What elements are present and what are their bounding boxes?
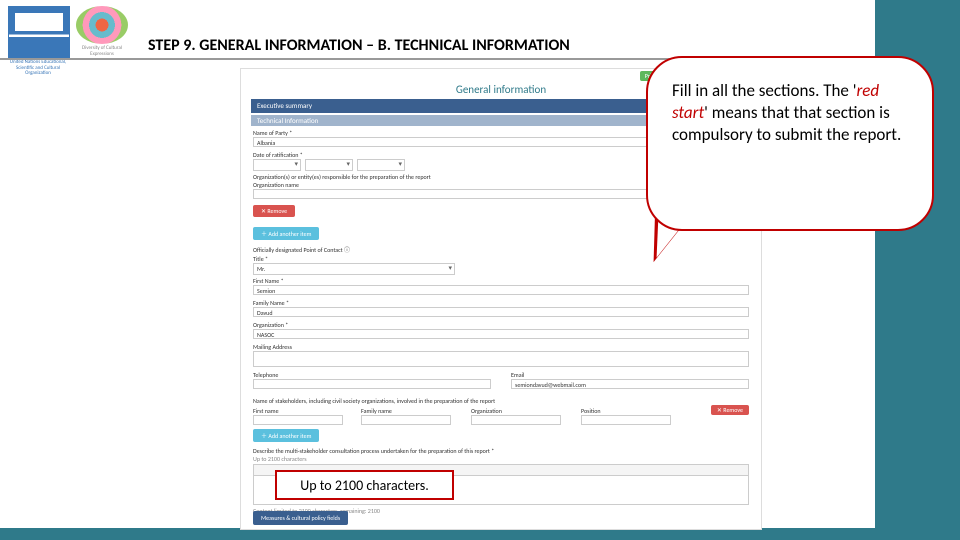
diversity-logo-icon (76, 6, 128, 44)
date-year[interactable] (357, 159, 405, 171)
title-underline (0, 58, 690, 60)
org2-input[interactable]: NASOC (253, 329, 749, 339)
date-month[interactable] (305, 159, 353, 171)
desc-note: Up to 2100 characters (253, 455, 307, 463)
desc-label: Describe the multi-stakeholder consultat… (253, 447, 494, 455)
date-rat-label: Date of ratification * (253, 151, 303, 159)
email-input[interactable]: semiondavud@webmail.com (511, 379, 749, 389)
row-first-input[interactable] (253, 415, 343, 425)
add-row-button[interactable]: ＋ Add another item (253, 429, 319, 442)
org-label: Organization(s) or entity(es) responsibl… (253, 173, 431, 181)
col-first: First name (253, 407, 279, 415)
contact-label: Officially designated Point of Contact ⓘ (253, 245, 350, 254)
email-label: Email (511, 371, 524, 379)
phone-input[interactable] (253, 379, 491, 389)
phone-label: Telephone (253, 371, 278, 379)
char-limit-text: Up to 2100 characters. (300, 477, 429, 494)
row-family-input[interactable] (361, 415, 451, 425)
unesco-logo: United Nations Educational, Scientific a… (8, 6, 70, 77)
unesco-logo-icon (8, 6, 70, 58)
add-item-button[interactable]: ＋ Add another item (253, 227, 319, 240)
next-section-button[interactable]: Measures & cultural policy fields (253, 511, 348, 525)
callout-bubble: Fill in all the sections. The 'red start… (646, 56, 934, 231)
first-name-input[interactable]: Semion (253, 285, 749, 295)
title-select[interactable]: Mr. (253, 263, 455, 275)
char-limit-box: Up to 2100 characters. (275, 470, 454, 500)
name-party-label: Name of Party * (253, 129, 292, 137)
logo-block: United Nations Educational, Scientific a… (8, 6, 128, 77)
remove-row-button[interactable]: ✕ Remove (711, 405, 749, 415)
date-day[interactable] (253, 159, 301, 171)
first-name-label: First Name * (253, 277, 284, 285)
callout-text-1: Fill in all the sections. The ' (672, 80, 856, 101)
family-name-input[interactable]: Davud (253, 307, 749, 317)
row-org-input[interactable] (471, 415, 561, 425)
org-name-label: Organization name (253, 181, 299, 189)
callout-text-2: ' means that that section is compulsory … (672, 102, 901, 145)
unesco-caption: United Nations Educational, Scientific a… (8, 60, 68, 77)
col-pos: Position (581, 407, 601, 415)
col-family: Family name (361, 407, 392, 415)
family-name-label: Family Name * (253, 299, 289, 307)
stakeholder-label: Name of stakeholders, including civil so… (253, 397, 495, 405)
remove-button[interactable]: ✕ Remove (253, 205, 295, 217)
mail-input[interactable] (253, 351, 749, 367)
diversity-logo: Diversity of Cultural Expressions (76, 6, 128, 57)
row-pos-input[interactable] (581, 415, 671, 425)
slide-title: STEP 9. GENERAL INFORMATION – B. TECHNIC… (148, 36, 570, 55)
title-label: Title * (253, 255, 268, 263)
diversity-caption: Diversity of Cultural Expressions (76, 46, 128, 57)
mail-label: Mailing Address (253, 343, 292, 351)
org2-label: Organization * (253, 321, 288, 329)
col-org: Organization (471, 407, 502, 415)
